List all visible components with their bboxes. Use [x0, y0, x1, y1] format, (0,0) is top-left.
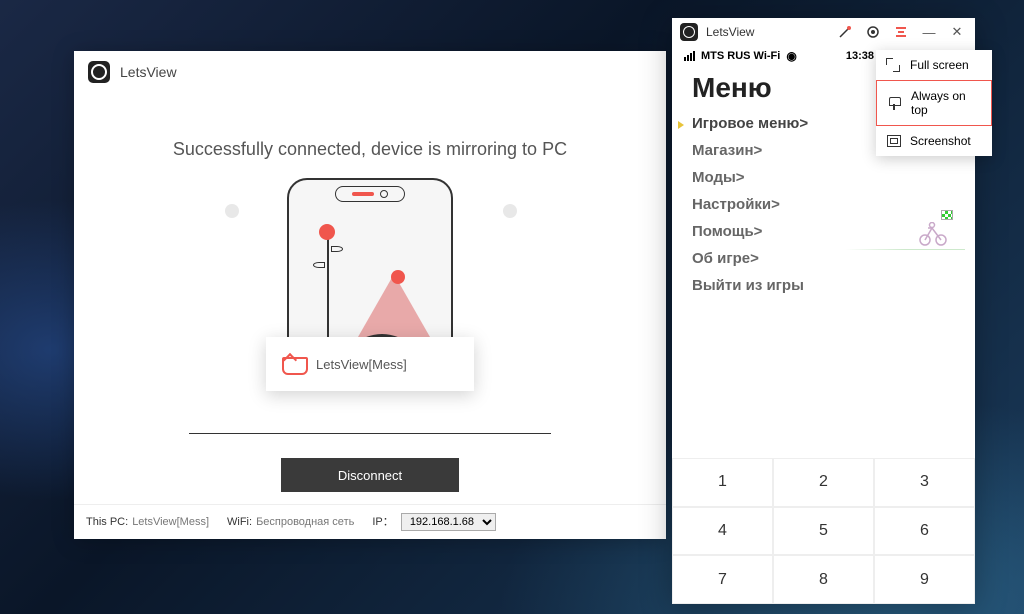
phone-notch [335, 186, 405, 202]
key-5[interactable]: 5 [773, 507, 874, 556]
main-footer: This PC:LetsView[Mess] WiFi:Беспроводная… [74, 504, 666, 539]
ctx-screenshot[interactable]: Screenshot [876, 126, 992, 156]
draw-icon[interactable] [835, 22, 855, 42]
popup-context-menu: Full screen Always on top Screenshot [876, 50, 992, 156]
menu-item-5[interactable]: Об игре> [692, 245, 759, 272]
popup-titlebar[interactable]: LetsView — ✕ [672, 18, 975, 46]
pin-icon [887, 96, 901, 110]
footer-wifi: WiFi:Беспроводная сеть [227, 516, 354, 528]
key-8[interactable]: 8 [773, 555, 874, 604]
menu-item-6[interactable]: Выйти из игры [692, 272, 804, 299]
menu-item-4[interactable]: Помощь> [692, 218, 762, 245]
signal-icon [684, 51, 695, 61]
disconnect-button[interactable]: Disconnect [281, 458, 459, 492]
tv-icon [282, 353, 304, 375]
carrier-info: MTS RUS Wi-Fi ◉ [684, 49, 797, 63]
key-6[interactable]: 6 [874, 507, 975, 556]
baseline [189, 433, 551, 434]
menu-item-0[interactable]: Игровое меню> [692, 110, 808, 137]
ctx-fullscreen[interactable]: Full screen [876, 50, 992, 80]
popup-title: LetsView [706, 25, 827, 39]
close-button[interactable]: ✕ [947, 22, 967, 42]
ip-select[interactable]: 192.168.1.68 [401, 513, 496, 531]
menu-item-1[interactable]: Магазин> [692, 137, 762, 164]
device-card[interactable]: LetsView[Mess] [266, 337, 474, 391]
number-keypad: 123 456 789 [672, 458, 975, 604]
main-title-text: LetsView [120, 64, 177, 80]
hamburger-icon[interactable] [891, 22, 911, 42]
wifi-icon: ◉ [786, 49, 796, 63]
letsview-logo-icon [88, 61, 110, 83]
letsview-main-window: LetsView Successfully connected, device … [74, 51, 666, 539]
key-9[interactable]: 9 [874, 555, 975, 604]
ctx-always-on-top[interactable]: Always on top [876, 80, 992, 126]
connection-message: Successfully connected, device is mirror… [74, 139, 666, 160]
key-2[interactable]: 2 [773, 458, 874, 507]
screenshot-icon [886, 134, 900, 148]
minimize-button[interactable]: — [919, 22, 939, 42]
key-4[interactable]: 4 [672, 507, 773, 556]
key-7[interactable]: 7 [672, 555, 773, 604]
deco-dot-left [225, 204, 239, 218]
key-1[interactable]: 1 [672, 458, 773, 507]
letsview-logo-icon [680, 23, 698, 41]
key-3[interactable]: 3 [874, 458, 975, 507]
fullscreen-icon [886, 58, 900, 72]
main-titlebar: LetsView [74, 51, 666, 93]
deco-dot-right [503, 204, 517, 218]
record-icon[interactable] [863, 22, 883, 42]
menu-item-2[interactable]: Моды> [692, 164, 745, 191]
device-name: LetsView[Mess] [316, 357, 407, 372]
footer-ip: IP： 192.168.1.68 [372, 513, 495, 531]
footer-pc: This PC:LetsView[Mess] [86, 516, 209, 528]
menu-item-3[interactable]: Настройки> [692, 191, 780, 218]
